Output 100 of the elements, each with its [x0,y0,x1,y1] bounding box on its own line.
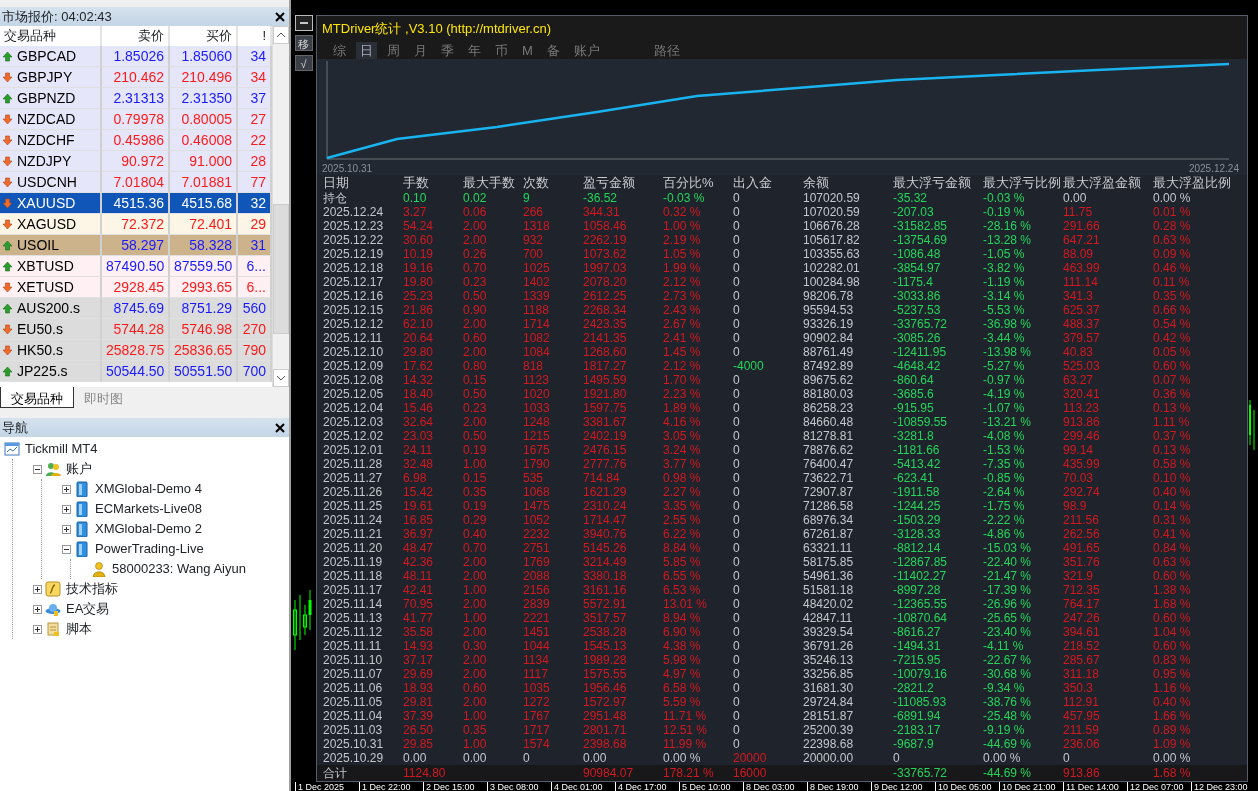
ask-price: 2993.65 [170,277,238,298]
table-cell-text: 463.99 [1063,261,1101,275]
minimize-icon[interactable] [294,15,313,31]
symbol-cell[interactable]: XAUUSD [0,193,102,214]
ask-price: 25836.65 [170,340,238,361]
tree-item[interactable]: 技术指标 [64,579,120,599]
spread-value: 560 [238,298,272,319]
table-cell-text: 5.85 % [663,555,702,569]
table-cell-text: 1921.80 [583,387,628,401]
table-cell-text: 0.63 % [1153,555,1192,569]
close-icon[interactable] [275,11,285,22]
expand-icon[interactable] [62,484,71,494]
tab[interactable]: M [518,42,537,59]
table-cell-text: 0.80 [463,359,488,373]
table-cell-text: -9687.9 [893,737,935,751]
date-cell-text: 2025.11.03 [323,723,384,737]
scroll-down-icon[interactable] [273,369,289,387]
table-cell-text: 1.09 % [1153,737,1192,751]
table-cell-text: 1.66 % [1153,709,1192,723]
expand-icon[interactable] [62,524,71,534]
table-cell-text: 932 [523,233,545,247]
table-cell-text: -5.53 % [983,303,1026,317]
table-cell-text: 0 [733,513,741,527]
tab[interactable]: 账户 [569,42,604,59]
symbol-cell[interactable]: XETUSD [0,277,102,298]
tab[interactable]: 年 [464,42,485,59]
tab[interactable]: 币 [491,42,512,59]
table-cell-text: 2951.48 [583,709,628,723]
symbol-cell[interactable]: EU50.s [0,319,102,340]
tab[interactable]: 月 [410,42,431,59]
tab[interactable]: 交易品种 [0,387,74,408]
time-label: 2 Dec 15:00 [423,782,487,791]
table-cell-text: 1.89 % [663,401,702,415]
symbol-cell[interactable]: AUS200.s [0,298,102,319]
ask-price: 8751.29 [170,298,238,319]
symbol-cell[interactable]: NZDCAD [0,109,102,130]
table-cell-text: -4648.42 [893,359,942,373]
table-cell-text: 25200.39 [803,723,855,737]
tree-item[interactable]: EA交易 [64,599,112,619]
tree-item[interactable]: 账户 [64,459,94,479]
table-cell-text: -31582.85 [893,219,949,233]
table-cell-text: 1717 [523,723,551,737]
table-cell-text: 2.12 % [663,275,702,289]
tree-item[interactable]: 58000233: Wang Aiyun [110,559,248,579]
table-cell-text: 63.27 [1063,373,1095,387]
close-icon[interactable] [275,422,285,433]
symbol-name: NZDJPY [17,151,72,171]
table-cell-text: 1188 [523,303,550,317]
symbol-cell[interactable]: XBTUSD [0,256,102,277]
symbol-cell[interactable]: GBPNZD [0,88,102,109]
collapse-icon[interactable] [33,464,42,474]
tab[interactable]: 路径 [649,42,684,59]
time-label: 4 Dec 01:00 [551,782,615,791]
tab[interactable]: 日 [356,42,377,59]
expand-icon[interactable] [62,504,71,514]
expand-icon[interactable] [33,624,42,634]
symbol-cell[interactable]: JP225.s [0,361,102,382]
tree-item[interactable]: 脚本 [64,619,94,639]
table-cell-text: 10.19 [403,247,435,261]
table-cell-text: 14.32 [403,373,435,387]
table-cell-text: 102282.01 [803,261,861,275]
tab[interactable]: 周 [383,42,404,59]
tree-item[interactable]: XMGlobal-Demo 2 [93,519,204,539]
scroll-up-icon[interactable] [273,26,289,44]
symbol-cell[interactable]: USOIL [0,235,102,256]
scroll-thumb[interactable] [273,204,289,334]
collapse-icon[interactable] [62,544,71,554]
expand-icon[interactable] [33,604,42,614]
total-cell-text: 1124.80 [403,765,447,781]
table-cell-text: 1714 [523,317,551,331]
symbol-cell[interactable]: XAGUSD [0,214,102,235]
table-cell-text: 1123 [523,373,550,387]
tree-item[interactable]: XMGlobal-Demo 4 [93,479,204,499]
symbol-cell[interactable]: NZDCHF [0,130,102,151]
tree-item[interactable]: PowerTrading-Live [93,539,206,559]
symbol-cell[interactable]: NZDJPY [0,151,102,172]
tab[interactable]: 季 [437,42,458,59]
expand-icon[interactable] [33,584,42,594]
tree-item[interactable]: Tickmill MT4 [23,439,100,459]
symbol-cell[interactable]: HK50.s [0,340,102,361]
table-cell-text: -3085.26 [893,331,942,345]
side-button[interactable]: 移 [294,35,313,51]
symbol-cell[interactable]: USDCNH [0,172,102,193]
table-cell-text: 21.86 [403,303,435,317]
table-cell-text: 211.56 [1063,513,1100,527]
symbol-cell[interactable]: GBPJPY [0,67,102,88]
table-cell-text: 457.95 [1063,709,1101,723]
table-cell-text: 0.13 % [1153,401,1192,415]
symbol-cell[interactable]: GBPCAD [0,46,102,67]
axis-label: 2025.10.31 [322,162,373,176]
tab[interactable]: 备 [542,42,564,59]
tab[interactable]: 综 [329,42,350,59]
table-cell-text: 2.00 [463,317,488,331]
table-cell-text: -38.76 % [983,695,1033,709]
table-cell-text: 0.00 [1063,191,1088,205]
tree-item[interactable]: ECMarkets-Live08 [93,499,204,519]
table-cell-text: -23.40 % [983,625,1033,639]
server-icon [74,541,90,557]
side-button[interactable]: √ [294,55,313,71]
table-cell-text: -623.41 [893,471,935,485]
